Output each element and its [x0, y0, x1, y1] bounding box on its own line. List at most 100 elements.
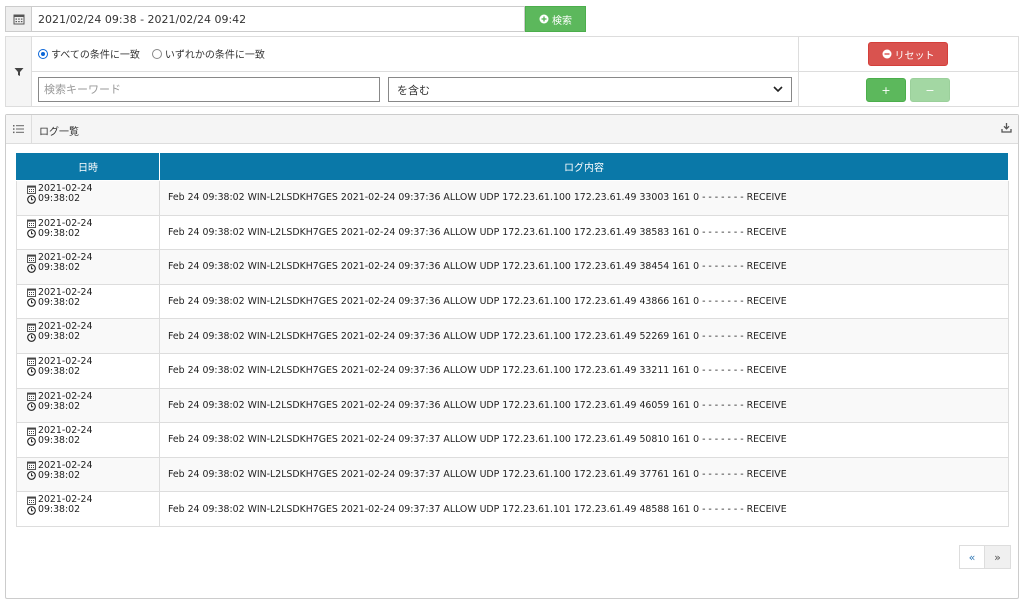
log-table-header-row: 日時 ログ内容 — [16, 152, 1009, 181]
time-line: 09:38:02 — [27, 505, 159, 515]
log-table-body: 2021-02-24 09:38:02 Feb 24 09:38:02 WIN-… — [16, 180, 1009, 527]
table-row[interactable]: 2021-02-24 09:38:02 Feb 24 09:38:02 WIN-… — [16, 422, 1009, 458]
time-line: 09:38:02 — [27, 332, 159, 342]
datetime-cell: 2021-02-24 09:38:02 — [16, 180, 160, 216]
clock-icon — [27, 229, 36, 238]
log-message-cell: Feb 24 09:38:02 WIN-L2LSDKH7GES 2021-02-… — [159, 214, 1009, 251]
clock-icon — [27, 367, 36, 377]
row-time: 09:38:02 — [38, 296, 81, 308]
condition-select-value: を含む — [397, 83, 430, 97]
calendar-small-icon — [27, 254, 36, 263]
calendar-small-icon — [27, 185, 36, 194]
datetime-cell: 2021-02-24 09:38:02 — [16, 491, 160, 527]
calendar-small-icon — [27, 219, 36, 229]
condition-select[interactable]: を含む — [388, 77, 792, 102]
datetime-cell: 2021-02-24 09:38:02 — [16, 214, 160, 251]
table-row[interactable]: 2021-02-24 09:38:02 Feb 24 09:38:02 WIN-… — [16, 456, 1009, 493]
datetime-cell: 2021-02-24 09:38:02 — [16, 387, 160, 424]
clock-icon — [27, 263, 36, 273]
add-condition-button[interactable]: + — [866, 78, 906, 102]
log-panel-header: ログ一覧 — [6, 115, 1018, 144]
table-row[interactable]: 2021-02-24 09:38:02 Feb 24 09:38:02 WIN-… — [16, 180, 1009, 216]
log-message-cell: Feb 24 09:38:02 WIN-L2LSDKH7GES 2021-02-… — [159, 491, 1009, 527]
radio-match-all-dot[interactable] — [38, 48, 48, 59]
download-icon[interactable] — [1001, 122, 1012, 136]
pager-next-button[interactable]: » — [985, 545, 1011, 569]
datetime-cell: 2021-02-24 09:38:02 — [16, 283, 160, 320]
search-button-label: 検索 — [552, 15, 572, 27]
radio-match-any-dot[interactable] — [151, 48, 162, 59]
column-header-datetime[interactable]: 日時 — [16, 152, 160, 181]
datetime-cell: 2021-02-24 09:38:02 — [16, 422, 160, 458]
clock-icon — [27, 298, 36, 308]
search-button[interactable]: 検索 — [525, 6, 586, 32]
row-time: 09:38:02 — [38, 504, 81, 516]
row-time: 09:38:02 — [38, 262, 81, 274]
calendar-small-icon — [27, 288, 36, 298]
remove-condition-button[interactable]: − — [910, 78, 950, 102]
table-row[interactable]: 2021-02-24 09:38:02 Feb 24 09:38:02 WIN-… — [16, 283, 1009, 320]
plus-circle-icon — [539, 14, 549, 24]
datetime-cell: 2021-02-24 09:38:02 — [16, 318, 160, 354]
date-range-bar: 検索 — [5, 6, 586, 32]
column-header-log-content[interactable]: ログ内容 — [159, 152, 1009, 181]
reset-button[interactable]: リセット — [868, 42, 948, 66]
log-table: 日時 ログ内容 2021-02-24 09:38:02 Feb 24 09:38… — [16, 152, 1009, 527]
keyword-input[interactable] — [38, 77, 380, 102]
table-row[interactable]: 2021-02-24 09:38:02 Feb 24 09:38:02 WIN-… — [16, 491, 1009, 527]
date-range-input[interactable] — [32, 6, 525, 32]
minus-circle-icon — [882, 49, 891, 59]
time-line: 09:38:02 — [27, 194, 159, 204]
filter-column-divider — [798, 37, 799, 106]
datetime-cell: 2021-02-24 09:38:02 — [16, 456, 160, 493]
filter-icon — [6, 37, 32, 106]
datetime-cell: 2021-02-24 09:38:02 — [16, 352, 160, 389]
reset-button-label: リセット — [894, 50, 935, 62]
calendar-icon[interactable] — [5, 6, 32, 32]
table-row[interactable]: 2021-02-24 09:38:02 Feb 24 09:38:02 WIN-… — [16, 249, 1009, 285]
radio-match-all-label: すべての条件に一致 — [51, 50, 140, 61]
table-row[interactable]: 2021-02-24 09:38:02 Feb 24 09:38:02 WIN-… — [16, 387, 1009, 424]
calendar-small-icon — [27, 323, 36, 332]
radio-match-all[interactable]: すべての条件に一致 — [38, 46, 140, 61]
clock-icon — [27, 333, 36, 342]
row-time: 09:38:02 — [38, 469, 81, 481]
clock-icon — [27, 194, 36, 204]
clock-icon — [27, 436, 36, 446]
log-message-cell: Feb 24 09:38:02 WIN-L2LSDKH7GES 2021-02-… — [159, 422, 1009, 458]
log-panel-title: ログ一覧 — [39, 127, 79, 138]
pager-prev-button[interactable]: « — [959, 545, 985, 569]
row-time: 09:38:02 — [38, 435, 81, 447]
clock-icon — [27, 505, 36, 515]
time-line: 09:38:02 — [27, 227, 159, 239]
time-line: 09:38:02 — [27, 436, 159, 446]
log-message-cell: Feb 24 09:38:02 WIN-L2LSDKH7GES 2021-02-… — [159, 249, 1009, 285]
calendar-small-icon — [27, 496, 36, 505]
log-message-cell: Feb 24 09:38:02 WIN-L2LSDKH7GES 2021-02-… — [159, 318, 1009, 354]
row-time: 09:38:02 — [38, 400, 81, 412]
time-line: 09:38:02 — [27, 263, 159, 273]
time-line: 09:38:02 — [27, 400, 159, 412]
match-mode-radio-group: すべての条件に一致 いずれかの条件に一致 — [38, 46, 265, 61]
radio-match-any[interactable]: いずれかの条件に一致 — [151, 46, 265, 61]
row-time: 09:38:02 — [38, 331, 81, 343]
time-line: 09:38:02 — [27, 469, 159, 481]
log-message-cell: Feb 24 09:38:02 WIN-L2LSDKH7GES 2021-02-… — [159, 283, 1009, 320]
log-message-cell: Feb 24 09:38:02 WIN-L2LSDKH7GES 2021-02-… — [159, 352, 1009, 389]
time-line: 09:38:02 — [27, 366, 159, 377]
pagination: « » — [959, 545, 1011, 569]
table-row[interactable]: 2021-02-24 09:38:02 Feb 24 09:38:02 WIN-… — [16, 352, 1009, 389]
row-time: 09:38:02 — [38, 227, 81, 239]
table-row[interactable]: 2021-02-24 09:38:02 Feb 24 09:38:02 WIN-… — [16, 318, 1009, 354]
row-time: 09:38:02 — [38, 193, 81, 204]
clock-icon — [27, 402, 36, 411]
calendar-small-icon — [27, 358, 36, 367]
log-message-cell: Feb 24 09:38:02 WIN-L2LSDKH7GES 2021-02-… — [159, 180, 1009, 216]
time-line: 09:38:02 — [27, 296, 159, 308]
datetime-cell: 2021-02-24 09:38:02 — [16, 249, 160, 285]
list-icon — [6, 115, 32, 143]
calendar-small-icon — [27, 427, 36, 436]
calendar-small-icon — [27, 461, 36, 471]
table-row[interactable]: 2021-02-24 09:38:02 Feb 24 09:38:02 WIN-… — [16, 214, 1009, 251]
log-panel: ログ一覧 日時 ログ内容 2021-02-24 09:38:02 Feb 24 … — [5, 114, 1019, 599]
